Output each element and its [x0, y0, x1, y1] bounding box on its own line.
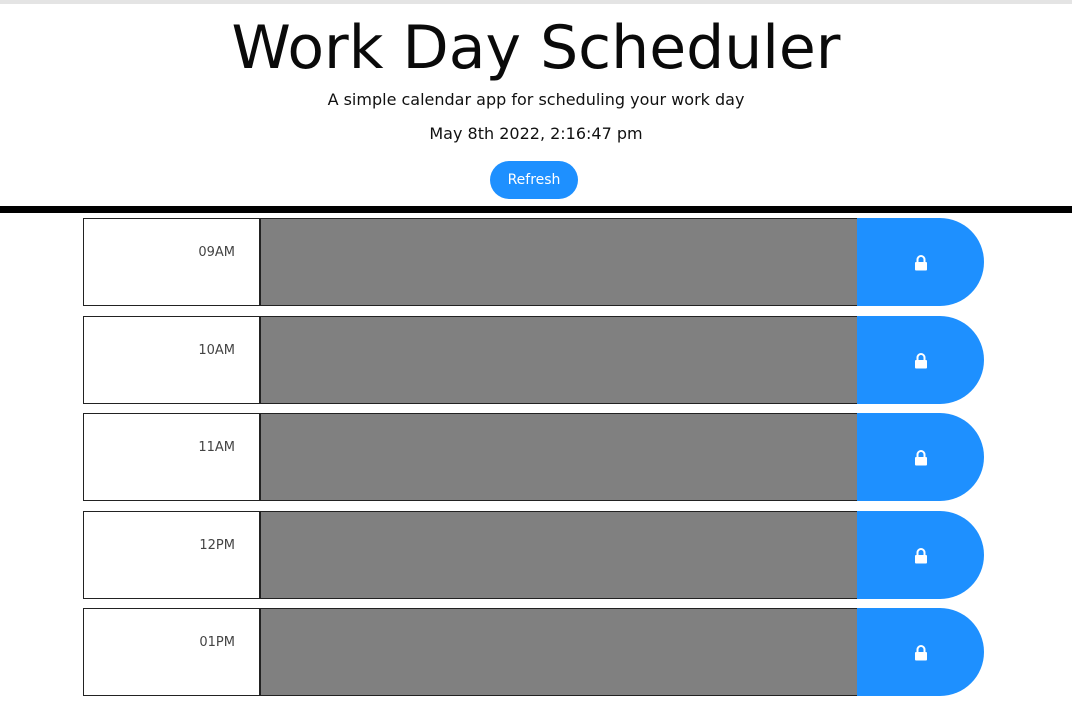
hour-cell: 12PM: [83, 510, 261, 599]
page-title: Work Day Scheduler: [231, 13, 841, 83]
save-button[interactable]: [857, 218, 984, 306]
hour-cell: 10AM: [83, 315, 261, 404]
event-description-input[interactable]: [261, 608, 857, 696]
hour-label: 10AM: [198, 342, 235, 358]
lock-icon: [915, 645, 927, 661]
hour-label: 11AM: [198, 440, 235, 455]
hour-cell: 01PM: [83, 608, 261, 696]
time-block: 11AM: [83, 413, 988, 501]
save-button[interactable]: [857, 413, 984, 501]
page-edge: [1072, 0, 1091, 686]
hour-label: 01PM: [199, 635, 235, 650]
time-block-list: 09AM 10AM 11AM 12PM 01PM: [83, 218, 988, 706]
refresh-button[interactable]: Refresh: [490, 161, 578, 199]
header-divider: [0, 206, 1072, 213]
time-block: 12PM: [83, 510, 988, 599]
save-button[interactable]: [857, 315, 984, 404]
lock-icon: [915, 547, 927, 563]
lock-icon: [915, 352, 927, 368]
save-button[interactable]: [857, 510, 984, 599]
lock-icon: [915, 255, 927, 271]
hour-label: 12PM: [199, 537, 235, 553]
hour-label: 09AM: [198, 245, 235, 260]
hour-cell: 09AM: [83, 218, 261, 306]
time-block: 01PM: [83, 608, 988, 696]
header: Work Day Scheduler A simple calendar app…: [0, 4, 1072, 206]
lock-icon: [915, 450, 927, 466]
event-description-input[interactable]: [261, 413, 857, 501]
time-block: 09AM: [83, 218, 988, 306]
event-description-input[interactable]: [261, 218, 857, 306]
event-description-input[interactable]: [261, 510, 857, 599]
hour-cell: 11AM: [83, 413, 261, 501]
event-description-input[interactable]: [261, 315, 857, 404]
current-datetime: May 8th 2022, 2:16:47 pm: [429, 124, 643, 143]
page-subtitle: A simple calendar app for scheduling you…: [327, 90, 745, 109]
save-button[interactable]: [857, 608, 984, 696]
time-block: 10AM: [83, 315, 988, 404]
